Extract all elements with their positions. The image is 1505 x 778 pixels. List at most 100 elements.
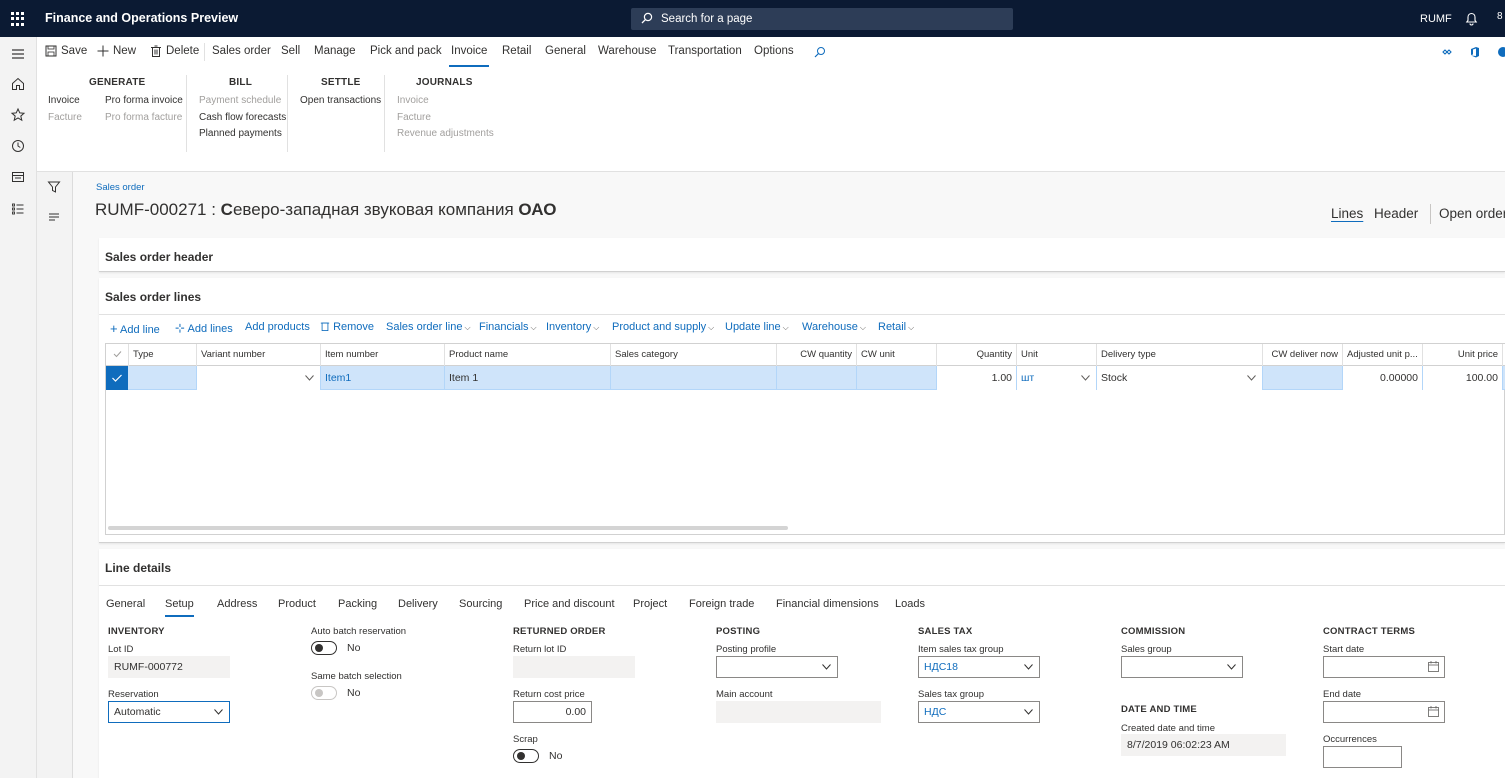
column-header[interactable]: CW deliver now	[1263, 344, 1343, 366]
settings-overflow[interactable]: 8	[1497, 11, 1503, 22]
tab-sell[interactable]: Sell	[281, 45, 300, 57]
breadcrumb[interactable]: Sales order	[96, 182, 145, 193]
cell-adjusted-unit-price[interactable]: 0.00000	[1343, 366, 1423, 390]
workspaces-icon[interactable]	[10, 169, 26, 185]
open-transactions-button[interactable]: Open transactions	[300, 95, 381, 106]
payment-schedule-button[interactable]: Payment schedule	[199, 95, 281, 106]
auto-batch-toggle[interactable]	[311, 641, 337, 655]
column-header[interactable]: Delivery type	[1097, 344, 1263, 366]
main-account-field[interactable]	[716, 701, 881, 723]
tab-product[interactable]: Product	[278, 598, 316, 610]
sales-group-select[interactable]	[1121, 656, 1243, 678]
delete-button[interactable]: Delete	[150, 45, 199, 57]
pro-forma-facture-button[interactable]: Pro forma facture	[105, 112, 182, 123]
tab-address[interactable]: Address	[217, 598, 257, 610]
cell-unit[interactable]: шт	[1017, 366, 1097, 390]
fasttab-title[interactable]: Sales order lines	[105, 290, 201, 304]
tab-project[interactable]: Project	[633, 598, 667, 610]
calendar-icon[interactable]	[1428, 706, 1439, 717]
home-icon[interactable]	[10, 76, 26, 92]
tab-foreign-trade[interactable]: Foreign trade	[689, 598, 754, 610]
cell-sales-category[interactable]	[611, 366, 777, 390]
tab-transportation[interactable]: Transportation	[668, 45, 742, 57]
column-header[interactable]: Type	[129, 344, 197, 366]
fasttab-title[interactable]: Line details	[105, 561, 171, 575]
planned-payments-button[interactable]: Planned payments	[199, 128, 282, 139]
tab-pick-and-pack[interactable]: Pick and pack	[370, 45, 442, 57]
pro-forma-invoice-button[interactable]: Pro forma invoice	[105, 95, 183, 106]
tab-retail[interactable]: Retail	[502, 45, 531, 57]
sales-order-line-menu[interactable]: Sales order line ⌵	[386, 321, 471, 333]
column-header[interactable]: Product name	[445, 344, 611, 366]
same-batch-toggle[interactable]	[311, 686, 337, 700]
table-row[interactable]: Item1 Item 1 1.00 шт Stock 0.00000 100.0…	[106, 366, 1505, 390]
filter-icon[interactable]	[46, 179, 62, 195]
warehouse-menu[interactable]: Warehouse ⌵	[802, 321, 866, 333]
cell-quantity[interactable]: 1.00	[937, 366, 1017, 390]
app-launcher-icon[interactable]	[11, 12, 25, 26]
new-button[interactable]: New	[97, 45, 136, 57]
cell-unit-price[interactable]: 100.00	[1423, 366, 1503, 390]
journal-invoice-button[interactable]: Invoice	[397, 95, 429, 106]
horizontal-scrollbar[interactable]	[108, 526, 788, 530]
cell-type[interactable]	[129, 366, 197, 390]
occurrences-field[interactable]	[1323, 746, 1402, 768]
posting-profile-select[interactable]	[716, 656, 838, 678]
column-header[interactable]: Item number	[321, 344, 445, 366]
column-header[interactable]: Quantity	[937, 344, 1017, 366]
reservation-select[interactable]: Automatic	[108, 701, 230, 723]
cell-delivery-type[interactable]: Stock	[1097, 366, 1263, 390]
row-checkbox[interactable]	[106, 366, 128, 390]
retail-menu[interactable]: Retail ⌵	[878, 321, 914, 333]
add-products-button[interactable]: Add products	[245, 321, 310, 333]
update-line-menu[interactable]: Update line ⌵	[725, 321, 789, 333]
created-date-time-field[interactable]: 8/7/2019 06:02:23 AM	[1121, 734, 1286, 756]
generate-invoice-button[interactable]: Invoice	[48, 95, 80, 106]
open-order-link[interactable]: Open order	[1439, 206, 1505, 221]
cell-variant-number[interactable]	[197, 366, 321, 390]
scrap-toggle[interactable]	[513, 749, 539, 763]
favorites-star-icon[interactable]	[10, 107, 26, 123]
column-header[interactable]: Adjusted unit p...	[1343, 344, 1423, 366]
cash-flow-forecasts-button[interactable]: Cash flow forecasts	[199, 112, 286, 123]
calendar-icon[interactable]	[1428, 661, 1439, 672]
remove-button[interactable]: Remove	[320, 321, 374, 333]
revenue-adjustments-button[interactable]: Revenue adjustments	[397, 128, 494, 139]
cell-cw-quantity[interactable]	[777, 366, 857, 390]
sales-order-header-fasttab[interactable]: Sales order header	[99, 238, 1505, 272]
tab-warehouse[interactable]: Warehouse	[598, 45, 656, 57]
add-line-button[interactable]: + Add line	[110, 321, 160, 336]
column-header[interactable]: CW quantity	[777, 344, 857, 366]
action-search-icon[interactable]	[814, 46, 826, 58]
notification-bell-icon[interactable]	[1465, 12, 1478, 26]
financials-menu[interactable]: Financials ⌵	[479, 321, 537, 333]
tab-packing[interactable]: Packing	[338, 598, 377, 610]
tab-general[interactable]: General	[106, 598, 145, 610]
column-header[interactable]: CW unit	[857, 344, 937, 366]
lot-id-field[interactable]: RUMF-000772	[108, 656, 230, 678]
product-and-supply-menu[interactable]: Product and supply ⌵	[612, 321, 714, 333]
item-sales-tax-group-select[interactable]: НДС18	[918, 656, 1040, 678]
modules-list-icon[interactable]	[10, 201, 26, 217]
view-header-link[interactable]: Header	[1374, 206, 1418, 221]
link-icon[interactable]	[1441, 46, 1453, 58]
tab-sales-order[interactable]: Sales order	[212, 45, 271, 57]
column-header[interactable]: Unit price	[1423, 344, 1503, 366]
save-button[interactable]: Save	[45, 45, 87, 57]
journal-facture-button[interactable]: Facture	[397, 112, 431, 123]
tab-delivery[interactable]: Delivery	[398, 598, 438, 610]
view-lines-link[interactable]: Lines	[1331, 206, 1363, 221]
tab-loads[interactable]: Loads	[895, 598, 925, 610]
office-icon[interactable]	[1469, 46, 1481, 58]
column-header[interactable]: Variant number	[197, 344, 321, 366]
tab-setup[interactable]: Setup	[165, 598, 194, 617]
select-all-checkbox[interactable]	[106, 344, 129, 366]
end-date-field[interactable]	[1323, 701, 1445, 723]
tab-options[interactable]: Options	[754, 45, 794, 57]
return-lot-field[interactable]	[513, 656, 635, 678]
search-input[interactable]: Search for a page	[631, 8, 1013, 30]
tab-financial-dimensions[interactable]: Financial dimensions	[776, 598, 879, 610]
recent-clock-icon[interactable]	[10, 138, 26, 154]
attachments-icon[interactable]	[1497, 46, 1505, 58]
generate-facture-button[interactable]: Facture	[48, 112, 82, 123]
